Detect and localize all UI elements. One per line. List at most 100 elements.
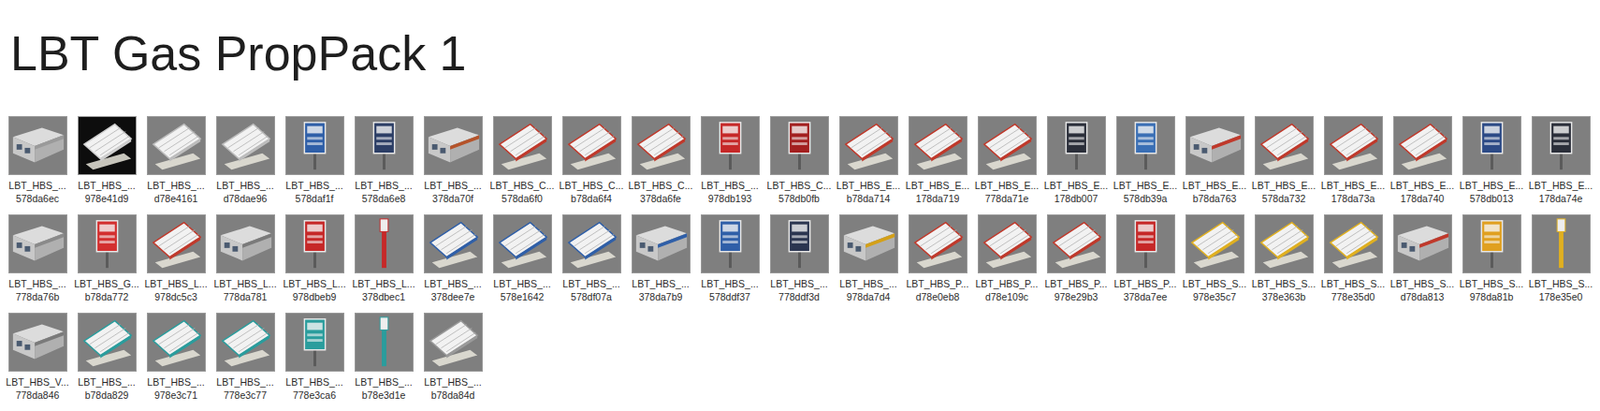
prop-icon [1186,116,1244,175]
file-item[interactable]: LBT_HBS_...578e1642 [487,214,557,304]
file-id: d78dae96 [223,191,268,205]
file-item[interactable]: LBT_HBS_E...178db007 [1041,116,1111,205]
file-item[interactable]: LBT_HBS_...578da6e8 [349,116,419,205]
prop-icon [1117,116,1175,175]
file-item[interactable]: LBT_HBS_L...378dbec1 [349,214,419,304]
file-item[interactable]: LBT_HBS_C...578db0fb [764,116,834,205]
file-id: 178da719 [916,191,960,205]
file-item[interactable]: LBT_HBS_...b78e3d1e [349,312,419,402]
file-item[interactable]: LBT_HBS_...378da7b9 [625,214,696,304]
file-item[interactable]: LBT_HBS_...378dee7e [418,214,488,304]
file-item[interactable]: LBT_HBS_...b78da84d [418,312,488,402]
file-item[interactable]: LBT_HBS_E...578db39a [1110,116,1180,205]
prop-thumbnail [977,214,1037,274]
prop-thumbnail [839,214,899,274]
file-item[interactable]: LBT_HBS_S...d78da813 [1387,214,1457,304]
prop-icon [1255,215,1313,273]
file-name: LBT_HBS_... [216,178,274,192]
prop-thumbnail [839,116,899,175]
prop-icon [355,313,413,371]
file-item[interactable]: LBT_HBS_...778e3c77 [210,312,280,402]
file-item[interactable]: LBT_HBS_...d78e4161 [141,116,211,205]
file-name: LBT_HBS_C... [490,178,555,192]
file-item[interactable]: LBT_HBS_S...378e363b [1249,214,1319,304]
file-name: LBT_HBS_... [8,178,66,192]
prop-thumbnail [1531,116,1591,175]
file-item[interactable]: LBT_HBS_E...b78da763 [1179,116,1250,205]
prop-icon [1047,215,1106,273]
prop-icon [770,116,829,175]
file-item[interactable]: LBT_HBS_E...578da732 [1249,116,1319,205]
file-item[interactable]: LBT_HBS_P...978e29b3 [1041,214,1111,304]
file-id: d78e109c [985,290,1029,304]
file-item[interactable]: LBT_HBS_C...378da6fe [625,116,696,205]
file-item[interactable]: LBT_HBS_...978e3c71 [141,312,211,402]
file-item[interactable]: LBT_HBS_...978da7d4 [833,214,903,304]
prop-thumbnail [1531,214,1591,274]
file-item[interactable]: LBT_HBS_E...178da73a [1318,116,1388,205]
file-item[interactable]: LBT_HBS_...578ddf37 [695,214,765,304]
file-item[interactable]: LBT_HBS_S...978da81b [1456,214,1527,304]
file-item[interactable]: LBT_HBS_...378da70f [418,116,488,205]
prop-thumbnail [216,116,276,175]
file-item[interactable]: LBT_HBS_S...778e35d0 [1318,214,1388,304]
prop-icon [147,313,205,371]
file-item[interactable]: LBT_HBS_...578daf1f [279,116,350,205]
prop-thumbnail [1323,116,1383,175]
file-item[interactable]: LBT_HBS_...d78dae96 [210,116,280,205]
prop-icon [1463,116,1521,175]
file-row: LBT_HBS_V...778da846LBT_HBS_...b78da829L… [2,312,1600,402]
file-item[interactable]: LBT_HBS_...578da6ec [2,116,73,205]
file-item[interactable]: LBT_HBS_E...578db013 [1456,116,1527,205]
file-item[interactable]: LBT_HBS_E...178da74e [1526,116,1596,205]
file-item[interactable]: LBT_HBS_...578df07a [556,214,626,304]
file-name: LBT_HBS_... [216,375,274,389]
file-item[interactable]: LBT_HBS_L...778da781 [210,214,280,304]
file-item[interactable]: LBT_HBS_...978db193 [695,116,765,205]
file-name: LBT_HBS_E... [1251,178,1316,192]
file-item[interactable]: LBT_HBS_...978e41d9 [72,116,142,205]
file-item[interactable]: LBT_HBS_P...d78e109c [972,214,1042,304]
file-item[interactable]: LBT_HBS_P...d78e0eb8 [902,214,973,304]
file-item[interactable]: LBT_HBS_P...378da7ee [1110,214,1180,304]
file-item[interactable]: LBT_HBS_V...778da846 [2,312,73,402]
file-id: 178da740 [1400,191,1445,205]
prop-thumbnail [770,116,830,175]
prop-icon [840,215,898,273]
prop-thumbnail [631,214,691,274]
file-item[interactable]: LBT_HBS_...778e3ca6 [279,312,350,402]
file-name: LBT_HBS_... [493,276,551,291]
file-id: 978dbeb9 [292,290,337,304]
file-name: LBT_HBS_S... [1390,276,1455,291]
prop-icon [9,116,67,175]
file-name: LBT_HBS_... [839,276,897,291]
file-id: 178e35e0 [1539,290,1584,304]
file-item[interactable]: LBT_HBS_...778ddf3d [764,214,834,304]
file-name: LBT_HBS_P... [906,276,970,291]
file-name: LBT_HBS_... [146,375,204,389]
file-item[interactable]: LBT_HBS_E...178da719 [902,116,973,205]
file-item[interactable]: LBT_HBS_E...b78da714 [833,116,903,205]
file-item[interactable]: LBT_HBS_E...778da71e [972,116,1042,205]
file-item[interactable]: LBT_HBS_C...b78da6f4 [556,116,626,205]
prop-thumbnail [1185,214,1245,274]
file-item[interactable]: LBT_HBS_L...978dc5c3 [141,214,211,304]
file-item[interactable]: LBT_HBS_...b78da829 [72,312,142,402]
prop-thumbnail [1116,116,1176,175]
file-id: 978dc5c3 [154,290,198,304]
file-id: 578df07a [570,290,612,304]
file-item[interactable]: LBT_HBS_S...978e35c7 [1179,214,1250,304]
file-item[interactable]: LBT_HBS_...778da76b [2,214,73,304]
file-name: LBT_HBS_... [77,375,135,389]
file-item[interactable]: LBT_HBS_C...578da6f0 [487,116,557,205]
file-name: LBT_HBS_S... [1182,276,1247,291]
prop-icon [909,116,967,175]
prop-thumbnail [8,214,68,274]
file-item[interactable]: LBT_HBS_L...978dbeb9 [279,214,350,304]
file-item[interactable]: LBT_HBS_E...178da740 [1387,116,1457,205]
file-name: LBT_HBS_... [354,178,412,192]
file-item[interactable]: LBT_HBS_G...b78da772 [72,214,142,304]
prop-icon [9,215,67,273]
file-item[interactable]: LBT_HBS_S...178e35e0 [1526,214,1596,304]
file-name: LBT_HBS_L... [282,276,346,291]
